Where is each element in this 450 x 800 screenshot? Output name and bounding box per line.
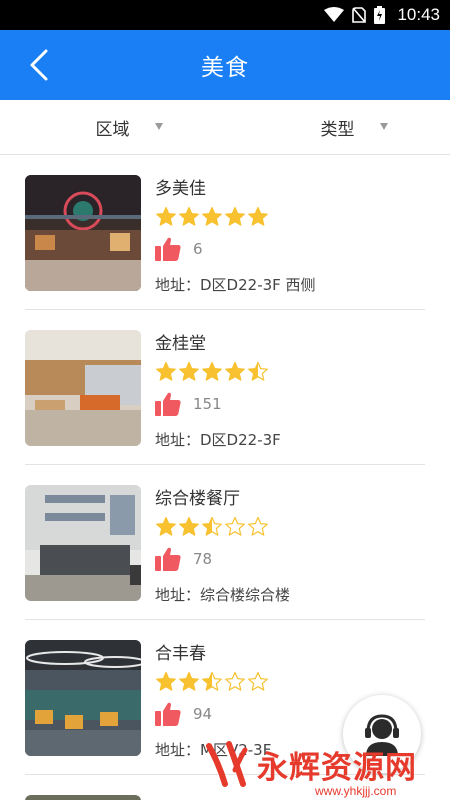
star-half-icon: [247, 361, 269, 383]
star-filled-icon: [224, 206, 246, 228]
restaurant-name: 合丰春: [155, 644, 206, 664]
thumbs-up-icon[interactable]: [155, 702, 181, 726]
dropdown-arrow-icon: [155, 123, 163, 130]
star-empty-icon: [247, 671, 269, 693]
restaurant-info: 金桂堂 151 地址：D区D22-3F: [155, 330, 425, 464]
no-sim-icon: [352, 7, 367, 23]
filter-bar: 区域 类型: [0, 100, 450, 155]
star-filled-icon: [201, 361, 223, 383]
area-filter-label: 区域: [95, 119, 130, 140]
restaurant-address: 地址：D区D22-3F 西侧: [155, 276, 316, 294]
watermark-text: 永辉资源网: [257, 749, 417, 786]
type-filter-label: 类型: [320, 119, 355, 140]
restaurant-photo: [25, 330, 141, 446]
restaurant-item[interactable]: 综合楼餐厅 78 地址：综合楼综合楼: [25, 465, 425, 620]
restaurant-name: 金桂堂: [155, 334, 206, 354]
restaurant-name: 多美佳: [155, 179, 206, 199]
status-time: 10:43: [397, 5, 440, 24]
like-count: 94: [193, 705, 213, 723]
restaurant-photo: [25, 640, 141, 756]
star-empty-icon: [224, 671, 246, 693]
like-count: 151: [193, 395, 222, 413]
page-title: 美食: [201, 55, 249, 81]
type-filter-dropdown[interactable]: 类型: [225, 100, 450, 154]
star-filled-icon: [155, 361, 177, 383]
star-rating: [155, 361, 425, 383]
star-filled-icon: [178, 516, 200, 538]
star-filled-icon: [178, 671, 200, 693]
star-rating: [155, 516, 425, 538]
battery-icon: [374, 6, 386, 24]
restaurant-item[interactable]: 金桂堂 151 地址：D区D22-3F: [25, 310, 425, 465]
star-filled-icon: [155, 671, 177, 693]
restaurant-info: 综合楼餐厅 78 地址：综合楼综合楼: [155, 485, 425, 619]
dropdown-arrow-icon: [380, 123, 388, 130]
restaurant-photo: [25, 795, 141, 800]
area-filter-dropdown[interactable]: 区域: [0, 100, 225, 154]
restaurant-item[interactable]: 多美佳 6 地址：D区D22-3F 西侧: [25, 155, 425, 310]
restaurant-info: 多美佳 6 地址：D区D22-3F 西侧: [155, 175, 425, 309]
back-button[interactable]: [22, 48, 56, 82]
restaurant-name: 综合楼餐厅: [155, 489, 240, 509]
likes-row: 78: [155, 546, 425, 572]
star-filled-icon: [178, 206, 200, 228]
chevron-left-icon: [30, 49, 48, 81]
wifi-icon: [324, 7, 345, 23]
app-bar: 美食: [0, 30, 450, 100]
star-half-icon: [201, 671, 223, 693]
watermark-logo-icon: [206, 741, 248, 787]
restaurant-photo: [25, 485, 141, 601]
thumbs-up-icon[interactable]: [155, 237, 181, 261]
star-rating: [155, 206, 425, 228]
restaurant-address: 地址：D区D22-3F: [155, 431, 281, 449]
likes-row: 6: [155, 236, 425, 262]
star-filled-icon: [224, 361, 246, 383]
thumbs-up-icon[interactable]: [155, 547, 181, 571]
like-count: 78: [193, 550, 213, 568]
status-bar: 10:43: [0, 0, 450, 30]
star-filled-icon: [247, 206, 269, 228]
watermark: 永辉资源网 www.yhkjjj.com: [205, 740, 417, 798]
restaurant-photo: [25, 175, 141, 291]
star-filled-icon: [155, 206, 177, 228]
likes-row: 151: [155, 391, 425, 417]
star-empty-icon: [247, 516, 269, 538]
star-rating: [155, 671, 425, 693]
star-half-icon: [201, 516, 223, 538]
thumbs-up-icon[interactable]: [155, 392, 181, 416]
star-filled-icon: [178, 361, 200, 383]
star-filled-icon: [201, 206, 223, 228]
star-empty-icon: [224, 516, 246, 538]
star-filled-icon: [155, 516, 177, 538]
watermark-url: www.yhkjjj.com: [315, 784, 397, 798]
restaurant-address: 地址：综合楼综合楼: [155, 586, 291, 604]
like-count: 6: [193, 240, 203, 258]
